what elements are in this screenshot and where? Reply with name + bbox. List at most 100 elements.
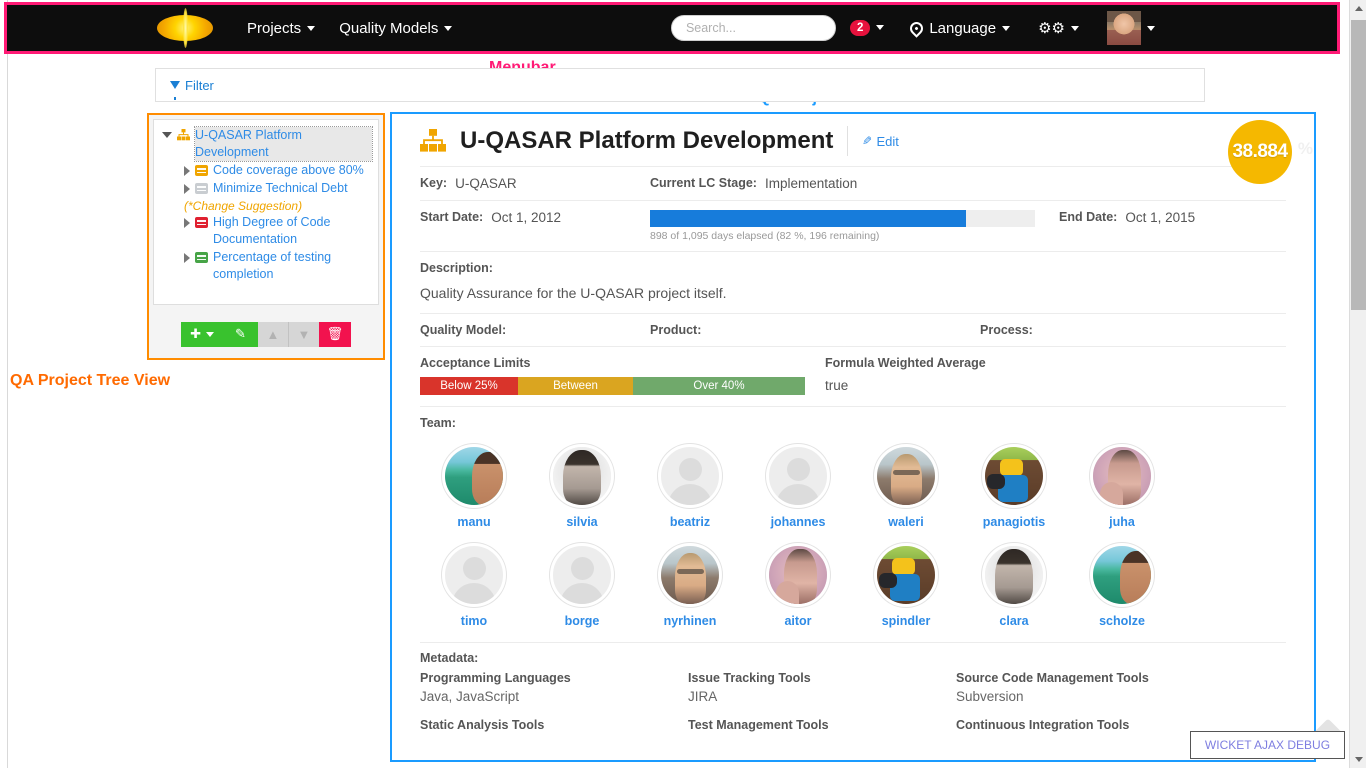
metadata-key: Test Management Tools	[688, 718, 829, 732]
search-input[interactable]	[670, 15, 836, 41]
filter-toggle[interactable]: Filter	[170, 78, 214, 100]
team-member-name: spindler	[881, 614, 931, 628]
edit-node-button[interactable]: ✎	[223, 321, 258, 347]
team-member[interactable]: beatriz	[636, 444, 744, 529]
wicket-ajax-debug-button[interactable]: WICKET AJAX DEBUG	[1190, 731, 1345, 759]
placeholder-body	[560, 583, 604, 604]
tree-node-technical-debt[interactable]: Minimize Technical Debt	[160, 180, 372, 197]
progress-fill	[650, 210, 966, 227]
tree-node-code-documentation[interactable]: High Degree of Code Documentation	[160, 214, 372, 248]
add-node-button[interactable]: ✚	[181, 321, 223, 347]
scroll-up-icon[interactable]	[1350, 0, 1366, 17]
team-member[interactable]: scholze	[1068, 543, 1176, 628]
score-unit: %	[1297, 139, 1313, 158]
tree-node-root[interactable]: U-QASAR Platform Development	[160, 126, 373, 162]
avatar	[658, 543, 722, 607]
gears-icon: ⚙⚙	[1038, 19, 1065, 37]
edit-label: Edit	[876, 133, 899, 149]
notifications-button[interactable]: 2	[840, 14, 894, 43]
delete-node-button[interactable]: 🗑	[318, 321, 351, 347]
team-member[interactable]: juha	[1068, 444, 1176, 529]
qa-project-detail-view: 38.884 % U-QASAR Platform Development ✎ …	[390, 112, 1316, 762]
uqasar-sun-logo[interactable]	[157, 8, 213, 48]
acceptance-limits-label: Acceptance Limits	[420, 356, 531, 370]
team-member[interactable]: waleri	[852, 444, 960, 529]
page-left-gutter	[0, 0, 8, 768]
limit-below: Below 25%	[420, 377, 518, 395]
avatar	[442, 543, 506, 607]
metadata-row: Static Analysis Tools Test Management Too…	[420, 718, 1286, 736]
field-start-date: Start Date: Oct 1, 2012	[420, 210, 650, 242]
team-member-name: silvia	[566, 515, 598, 529]
nav-quality-models[interactable]: Quality Models	[327, 14, 464, 43]
arrow-down-circle-icon: ▼	[297, 326, 311, 342]
team-member[interactable]: borge	[528, 543, 636, 628]
settings-menu[interactable]: ⚙⚙	[1026, 15, 1091, 42]
globe-icon	[907, 18, 927, 38]
list-icon-red	[195, 217, 208, 228]
placeholder-head	[678, 458, 702, 481]
tree-node-root-label[interactable]: U-QASAR Platform Development	[194, 126, 373, 162]
avatar	[1090, 444, 1154, 508]
avatar	[658, 444, 722, 508]
team-member[interactable]: timo	[420, 543, 528, 628]
team-member[interactable]: silvia	[528, 444, 636, 529]
tree-node-testing-completion[interactable]: Percentage of testing completion	[160, 249, 372, 283]
chevron-right-icon[interactable]	[184, 218, 190, 228]
notification-count-badge: 2	[849, 19, 871, 37]
edit-project-button[interactable]: ✎ Edit	[862, 134, 898, 149]
score-badge: 38.884	[1228, 120, 1292, 184]
team-member[interactable]: clara	[960, 543, 1068, 628]
avatar	[766, 444, 830, 508]
language-menu[interactable]: Language	[898, 14, 1022, 43]
title-divider	[847, 126, 849, 156]
chevron-down-icon[interactable]	[162, 132, 172, 138]
team-member[interactable]: spindler	[852, 543, 960, 628]
list-icon-green	[195, 252, 208, 263]
user-menu[interactable]	[1095, 5, 1167, 51]
row-key-stage: Key: U-QASAR Current LC Stage: Implement…	[420, 167, 1286, 200]
tree-node-label[interactable]: Percentage of testing completion	[213, 249, 372, 283]
tree-node-label[interactable]: Code coverage above 80%	[213, 162, 364, 179]
field-lc-stage: Current LC Stage: Implementation	[650, 176, 1286, 191]
arrow-up-circle-icon: ▲	[266, 326, 280, 342]
team-member[interactable]: nyrhinen	[636, 543, 744, 628]
chevron-right-icon[interactable]	[184, 184, 190, 194]
placeholder-head	[462, 557, 486, 580]
scrollbar-thumb[interactable]	[1351, 20, 1366, 310]
tree-node-label[interactable]: Minimize Technical Debt	[213, 180, 348, 197]
language-label: Language	[929, 19, 997, 37]
browser-scrollbar[interactable]	[1349, 0, 1366, 768]
scroll-down-icon[interactable]	[1350, 751, 1366, 768]
move-down-button[interactable]: ▼	[288, 321, 319, 347]
page-title: U-QASAR Platform Development	[460, 127, 834, 154]
tree-node-label[interactable]: High Degree of Code Documentation	[213, 214, 372, 248]
chevron-right-icon[interactable]	[184, 166, 190, 176]
nav-projects[interactable]: Projects	[235, 14, 327, 43]
team-member[interactable]: aitor	[744, 543, 852, 628]
pencil-icon: ✎	[235, 326, 246, 341]
chevron-right-icon[interactable]	[184, 253, 190, 263]
detail-title-row: U-QASAR Platform Development ✎ Edit	[420, 126, 1286, 166]
avatar	[874, 444, 938, 508]
placeholder-body	[776, 484, 820, 505]
metadata-value: Java, JavaScript	[420, 689, 520, 704]
team-member[interactable]: johannes	[744, 444, 852, 529]
team-member[interactable]: manu	[420, 444, 528, 529]
limit-over: Over 40%	[633, 377, 805, 395]
team-member[interactable]: panagiotis	[960, 444, 1068, 529]
metadata-row: Programming Languages Java, JavaScript Iss…	[420, 671, 1286, 704]
qa-project-tree-view: U-QASAR Platform Development Code covera…	[147, 113, 385, 360]
chevron-down-icon	[206, 331, 214, 337]
metadata-key: Continuous Integration Tools	[956, 718, 1130, 732]
avatar	[874, 543, 938, 607]
team-member-name: clara	[999, 614, 1029, 628]
list-icon-orange	[195, 165, 208, 176]
team-member-name: manu	[457, 515, 491, 529]
pencil-icon: ✎	[862, 134, 873, 148]
metadata-value: JIRA	[688, 689, 718, 704]
metadata-label: Metadata:	[420, 651, 479, 665]
move-up-button[interactable]: ▲	[257, 321, 288, 347]
key-value: U-QASAR	[455, 176, 517, 191]
tree-node-code-coverage[interactable]: Code coverage above 80%	[160, 162, 372, 179]
